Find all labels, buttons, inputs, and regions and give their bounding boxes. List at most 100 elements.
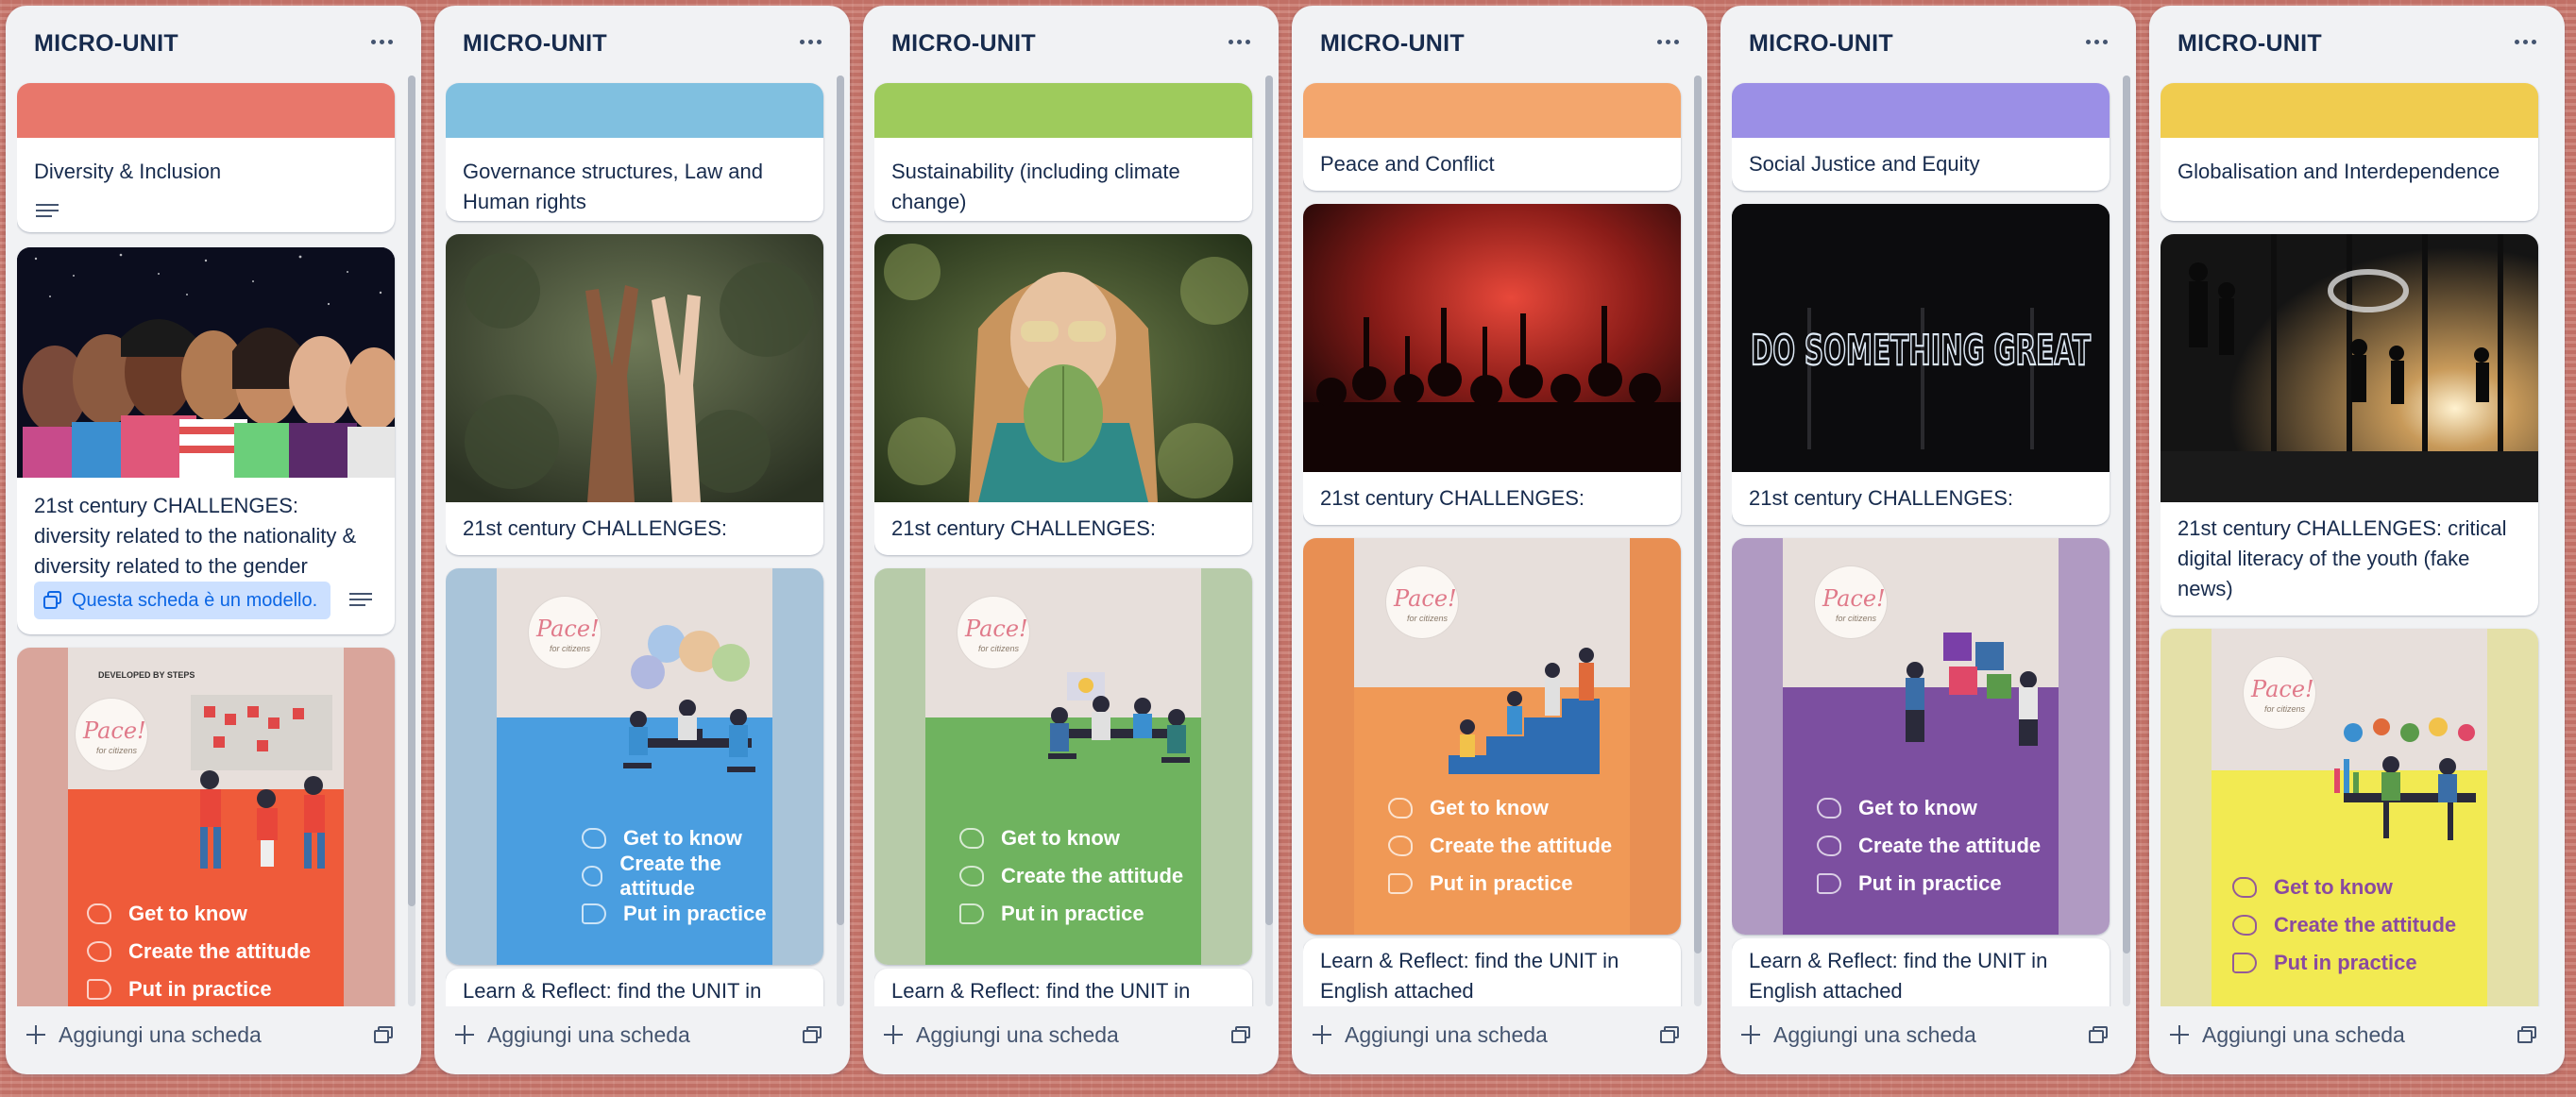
scrollbar-thumb[interactable] <box>408 76 415 906</box>
card-challenges[interactable]: 21st century CHALLENGES: critical digita… <box>2161 234 2538 616</box>
poster-step: Create the attitude <box>959 857 1183 895</box>
list-diversity: MICRO-UNIT Diversity & Inclusion 21st ce… <box>6 6 421 1074</box>
hand-icon <box>1817 873 1841 894</box>
create-from-template-button[interactable] <box>1652 1018 1686 1052</box>
plus-icon <box>1741 1025 1760 1044</box>
card-governance[interactable]: Governance structures, Law and Human rig… <box>446 83 823 221</box>
card-challenges[interactable]: 21st century CHALLENGES: <box>1303 204 1681 525</box>
list-header[interactable]: MICRO-UNIT <box>6 6 421 76</box>
scrollbar-thumb[interactable] <box>2123 76 2130 954</box>
card-poster[interactable]: Pace! for citizens Get to know Create the… <box>1303 538 1681 935</box>
head-icon <box>1388 835 1413 856</box>
card-cover <box>2161 83 2538 138</box>
card-poster[interactable]: Pace! for citizens Get to know Create the… <box>2161 629 2538 1006</box>
list-header[interactable]: MICRO-UNIT <box>863 6 1279 76</box>
card-list: Diversity & Inclusion 21st century CHALL… <box>17 76 398 1006</box>
template-icon <box>43 591 62 610</box>
create-from-template-button[interactable] <box>1224 1018 1258 1052</box>
dot-icon <box>2531 39 2536 44</box>
card-challenges[interactable]: 21st century CHALLENGES: <box>446 234 823 555</box>
scrollbar-thumb[interactable] <box>1265 76 1273 925</box>
micro-unit-poster-image: Pace! for citizens Get to know Create th… <box>874 568 1252 965</box>
card-list: Sustainability (including climate change… <box>874 76 1256 1006</box>
card-challenges[interactable]: 21st century CHALLENGES: <box>874 234 1252 555</box>
card-poster[interactable]: DEVELOPED BY STEPS Pace! for citizens Get… <box>17 648 395 1006</box>
list-scrollbar[interactable] <box>408 76 415 1006</box>
hand-icon <box>1388 873 1413 894</box>
card-learn-reflect[interactable]: Learn & Reflect: find the UNIT in Englis… <box>1732 938 2110 1006</box>
create-from-template-button[interactable] <box>2081 1018 2115 1052</box>
list-header[interactable]: MICRO-UNIT <box>2149 6 2565 76</box>
add-card-button[interactable]: Aggiungi una scheda <box>1741 1016 1976 1054</box>
card-learn-reflect[interactable]: Learn & Reflect: find the UNIT in Englis… <box>1303 938 1681 1006</box>
add-card-row: Aggiungi una scheda <box>446 1008 839 1061</box>
dot-icon <box>2093 39 2099 44</box>
poster-step: Put in practice <box>582 895 772 933</box>
hand-icon <box>2232 953 2257 973</box>
list-menu-button[interactable] <box>363 23 400 60</box>
list-scrollbar[interactable] <box>837 76 844 1006</box>
list-globalisation: MICRO-UNIT Globalisation and Interdepend… <box>2149 6 2565 1074</box>
list-governance: MICRO-UNIT Governance structures, Law an… <box>434 6 850 1074</box>
dot-icon <box>1673 39 1679 44</box>
card-cover <box>874 83 1252 138</box>
plus-icon <box>26 1025 45 1044</box>
list-scrollbar[interactable] <box>2123 76 2130 1006</box>
create-from-template-button[interactable] <box>366 1018 400 1052</box>
pace-logo-image: Pace! for citizens <box>958 597 1029 668</box>
list-header[interactable]: MICRO-UNIT <box>434 6 850 76</box>
scrollbar-thumb[interactable] <box>837 76 844 925</box>
list-scrollbar[interactable] <box>1694 76 1702 1006</box>
card-challenges-diversity[interactable]: 21st century CHALLENGES: diversity relat… <box>17 247 395 634</box>
list-menu-button[interactable] <box>1220 23 1258 60</box>
card-social-justice[interactable]: Social Justice and Equity <box>1732 83 2110 191</box>
add-card-row: Aggiungi una scheda <box>17 1008 410 1061</box>
card-globalisation[interactable]: Globalisation and Interdependence <box>2161 83 2538 221</box>
card-poster[interactable]: Pace! for citizens Get to know Create th… <box>874 568 1252 965</box>
add-card-button[interactable]: Aggiungi una scheda <box>26 1016 262 1054</box>
scrollbar-thumb[interactable] <box>1694 76 1702 954</box>
card-poster[interactable]: Pace! for citizens Get to know Create the… <box>446 568 823 965</box>
card-title: Learn & Reflect: find the UNIT in Englis… <box>1320 949 1619 1003</box>
developed-by-label: DEVELOPED BY STEPS <box>98 670 195 680</box>
add-card-button[interactable]: Aggiungi una scheda <box>2170 1016 2405 1054</box>
description-icon <box>349 593 372 610</box>
pace-logo-image: Pace! for citizens <box>2244 657 2315 729</box>
card-list: Peace and Conflict 21st century CHALLENG… <box>1303 76 1685 1006</box>
list-menu-button[interactable] <box>791 23 829 60</box>
add-card-button[interactable]: Aggiungi una scheda <box>884 1016 1119 1054</box>
create-from-template-button[interactable] <box>2510 1018 2544 1052</box>
card-learn-reflect[interactable]: Learn & Reflect: find the UNIT in <box>874 969 1252 1006</box>
poster-steps: Get to know Create the attitude Put in p… <box>1388 789 1612 903</box>
dot-icon <box>379 39 384 44</box>
add-card-button[interactable]: Aggiungi una scheda <box>1313 1016 1548 1054</box>
micro-unit-poster-image: Pace! for citizens Get to know Create the… <box>1303 538 1681 935</box>
card-title: Learn & Reflect: find the UNIT in <box>891 979 1191 1003</box>
card-diversity-inclusion[interactable]: Diversity & Inclusion <box>17 83 395 232</box>
list-header[interactable]: MICRO-UNIT <box>1292 6 1707 76</box>
card-challenges[interactable]: DO SOMETHING GREAT 21st century CHALLENG… <box>1732 204 2110 525</box>
poster-step: Put in practice <box>959 895 1183 933</box>
template-badge: Questa scheda è un modello. <box>34 582 331 619</box>
list-header[interactable]: MICRO-UNIT <box>1720 6 2136 76</box>
list-menu-button[interactable] <box>2077 23 2115 60</box>
list-scrollbar[interactable] <box>1265 76 1273 1006</box>
card-cover <box>17 83 395 138</box>
card-poster[interactable]: Pace! for citizens Get to know Create the… <box>1732 538 2110 935</box>
card-cover <box>446 83 823 138</box>
dot-icon <box>1656 39 1662 44</box>
card-title: 21st century CHALLENGES: <box>1320 486 1585 510</box>
add-card-button[interactable]: Aggiungi una scheda <box>455 1016 690 1054</box>
dot-icon <box>816 39 822 44</box>
poster-step: Put in practice <box>87 970 311 1006</box>
list-menu-button[interactable] <box>2506 23 2544 60</box>
head-icon <box>2232 915 2257 936</box>
create-from-template-button[interactable] <box>795 1018 829 1052</box>
card-peace-conflict[interactable]: Peace and Conflict <box>1303 83 1681 191</box>
card-sustainability[interactable]: Sustainability (including climate change… <box>874 83 1252 221</box>
card-learn-reflect[interactable]: Learn & Reflect: find the UNIT in <box>446 969 823 1006</box>
photo-peace-hands-image <box>446 234 823 502</box>
poster-step: Put in practice <box>1388 865 1612 903</box>
list-title: MICRO-UNIT <box>463 30 607 57</box>
list-menu-button[interactable] <box>1649 23 1686 60</box>
